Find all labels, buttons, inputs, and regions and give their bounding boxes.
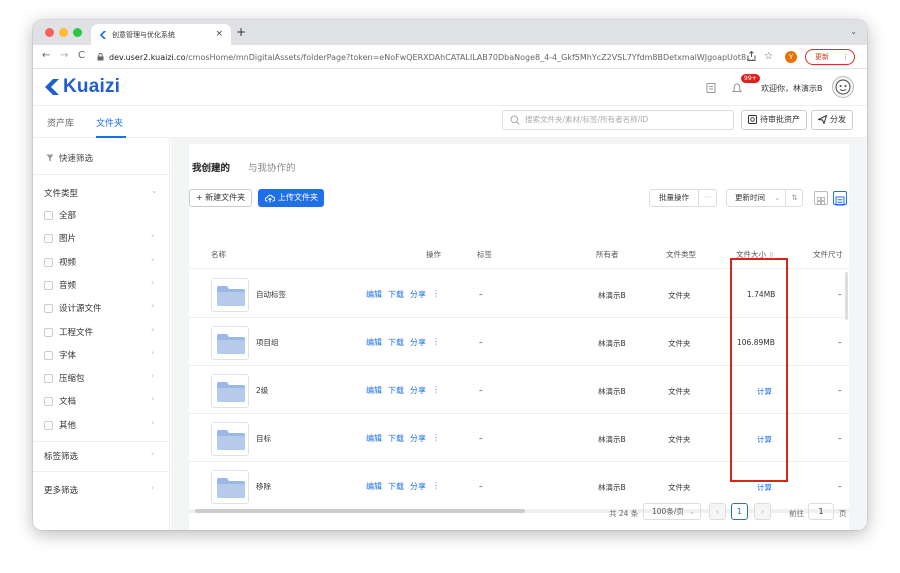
file-type-item[interactable]: 工程文件 <box>44 326 93 338</box>
back-button[interactable]: ← <box>42 50 50 61</box>
chevron-right-icon[interactable]: › <box>151 278 154 287</box>
file-type-label: 音频 <box>59 281 77 291</box>
checkbox[interactable] <box>44 257 53 267</box>
tab-title: 创意管理与优化系统 <box>112 30 175 39</box>
checkbox[interactable] <box>44 233 53 243</box>
page-size-select[interactable]: 100条/页 ⌄ <box>643 503 701 520</box>
chevron-right-icon[interactable]: › <box>151 348 154 357</box>
more-filter-heading[interactable]: 更多筛选 <box>44 484 78 496</box>
file-type-item[interactable]: 其他 <box>44 419 76 431</box>
chevron-right-icon[interactable]: › <box>151 371 154 380</box>
file-type-label: 视频 <box>59 258 77 268</box>
file-type-label: 压缩包 <box>59 374 85 384</box>
chevron-right-icon[interactable]: › <box>151 418 154 427</box>
page-size-label: 100条/页 <box>652 507 684 516</box>
file-type-item[interactable]: 全部 <box>44 209 76 221</box>
checkbox[interactable] <box>44 210 53 220</box>
file-type-item[interactable]: 文档 <box>44 395 76 407</box>
file-type-item[interactable]: 图片 <box>44 232 76 244</box>
checkbox[interactable] <box>44 420 53 430</box>
chevron-right-icon[interactable]: › <box>151 394 154 403</box>
checkbox[interactable] <box>44 280 53 290</box>
next-page-button[interactable]: › <box>754 503 771 520</box>
checkbox[interactable] <box>44 350 53 360</box>
chevron-right-icon[interactable]: › <box>151 255 154 264</box>
chevron-right-icon[interactable]: › <box>151 301 154 310</box>
checkbox[interactable] <box>44 396 53 406</box>
file-type-label: 设计源文件 <box>59 304 102 314</box>
file-type-label: 工程文件 <box>59 328 94 338</box>
goto-page-input[interactable]: 1 <box>808 503 834 520</box>
sidebar-divider <box>33 471 170 472</box>
chevron-right-icon[interactable]: › <box>151 483 154 492</box>
quick-filter[interactable]: 快速筛选 <box>46 152 93 164</box>
chevron-down-icon: ⌄ <box>688 507 695 516</box>
forward-button[interactable]: → <box>60 50 68 61</box>
quick-filter-label: 快速筛选 <box>59 154 94 164</box>
maximize-window-button[interactable] <box>73 28 82 37</box>
file-type-label: 其他 <box>59 421 77 431</box>
reload-button[interactable]: C <box>78 50 85 61</box>
file-type-label: 全部 <box>59 211 77 221</box>
kuaizi-logo-icon <box>45 79 59 95</box>
file-type-item[interactable]: 音频 <box>44 279 76 291</box>
checkbox[interactable] <box>44 303 53 313</box>
tab-search-icon[interactable]: ⌄ <box>850 27 857 36</box>
browser-window: 创意管理与优化系统 × + ⌄ ← → C dev.user2.kuaizi.c… <box>33 20 867 530</box>
prev-page-button[interactable]: ‹ <box>709 503 726 520</box>
file-type-item[interactable]: 视频 <box>44 256 76 268</box>
file-type-label: 图片 <box>59 234 77 244</box>
file-type-label: 字体 <box>59 351 77 361</box>
page-1-button[interactable]: 1 <box>731 503 748 520</box>
goto-label: 前往 <box>789 509 804 518</box>
kuaizi-logo[interactable]: Kuaizi <box>45 76 120 98</box>
file-type-item[interactable]: 设计源文件 <box>44 302 102 314</box>
close-window-button[interactable] <box>45 28 54 37</box>
filter-sidebar: 快速筛选 文件类型 ⌄ 全部图片 › 视频 › 音频 › 设计源文件 › 工程文件 › 字体 › 压缩包… <box>33 138 170 530</box>
tab-asset-library[interactable]: 资产库 <box>47 116 74 129</box>
chevron-right-icon[interactable]: › <box>151 325 154 334</box>
chevron-right-icon[interactable]: › <box>151 231 154 240</box>
tab-folders[interactable]: 文件夹 <box>96 116 123 129</box>
checkbox[interactable] <box>44 327 53 337</box>
sidebar-divider <box>33 441 170 442</box>
filter-icon <box>46 154 54 162</box>
page-suffix: 页 <box>839 509 847 518</box>
url-host: dev.user2.kuaizi.co <box>109 52 186 62</box>
file-type-item[interactable]: 字体 <box>44 349 76 361</box>
kuaizi-favicon-icon <box>99 30 107 39</box>
checkbox[interactable] <box>44 373 53 383</box>
file-type-label: 文档 <box>59 397 77 407</box>
chevron-right-icon[interactable]: › <box>151 449 154 458</box>
minimize-window-button[interactable] <box>59 28 68 37</box>
logo-text: Kuaizi <box>63 76 121 97</box>
file-type-heading[interactable]: 文件类型 <box>44 187 78 199</box>
tag-filter-heading[interactable]: 标签筛选 <box>44 450 78 462</box>
lock-icon <box>97 53 104 61</box>
file-type-item[interactable]: 压缩包 <box>44 372 85 384</box>
sidebar-divider <box>33 174 170 175</box>
total-count: 共 24 条 <box>609 509 639 518</box>
pagination: 共 24 条 100条/页 ⌄ ‹ 1 › 前往 1 页 <box>189 20 849 530</box>
chevron-down-icon[interactable]: ⌄ <box>151 186 158 195</box>
